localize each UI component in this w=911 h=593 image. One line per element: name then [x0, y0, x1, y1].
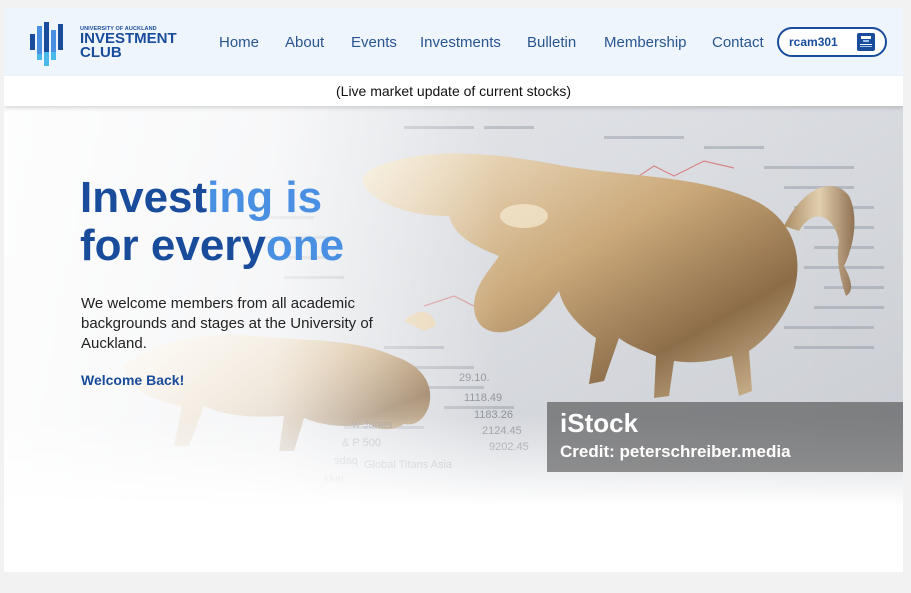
- logo-name-line2: CLUB: [80, 44, 122, 61]
- nav-investments[interactable]: Investments: [420, 34, 501, 51]
- user-account-button[interactable]: rcam301: [777, 27, 887, 57]
- site-header: UNIVERSITY OF AUCKLAND INVESTMENT CLUB H…: [4, 8, 903, 76]
- nav-about[interactable]: About: [285, 34, 324, 51]
- page: UNIVERSITY OF AUCKLAND INVESTMENT CLUB H…: [4, 8, 903, 572]
- credit-brand: iStock: [560, 408, 639, 438]
- nav-home[interactable]: Home: [219, 34, 259, 51]
- logo-bars-icon: [30, 22, 63, 66]
- hero-description: We welcome members from all academic bac…: [81, 295, 373, 352]
- stock-ticker: (Live market update of current stocks): [4, 76, 903, 106]
- hero-title-line2: for everyone: [80, 221, 345, 270]
- username: rcam301: [789, 35, 838, 49]
- nav-bulletin[interactable]: Bulletin: [527, 34, 576, 51]
- nav-contact[interactable]: Contact: [712, 34, 764, 51]
- hero-section: 29.10. 1118.49 1183.26 2124.45 9202.45 w…: [4, 106, 903, 506]
- logo-name: INVESTMENT CLUB: [80, 31, 177, 61]
- user-avatar-icon: [857, 33, 875, 51]
- club-logo[interactable]: UNIVERSITY OF AUCKLAND INVESTMENT CLUB: [30, 18, 180, 66]
- image-credit: iStock Credit: peterschreiber.media: [547, 402, 903, 472]
- ticker-text: (Live market update of current stocks): [336, 83, 571, 99]
- nav-events[interactable]: Events: [351, 34, 397, 51]
- hero-title: Investing is for everyone: [80, 174, 344, 270]
- nav-membership[interactable]: Membership: [604, 34, 687, 51]
- welcome-message: Welcome Back!: [81, 372, 185, 388]
- hero-title-line1: Investing is: [80, 173, 323, 222]
- credit-text: Credit: peterschreiber.media: [560, 442, 791, 461]
